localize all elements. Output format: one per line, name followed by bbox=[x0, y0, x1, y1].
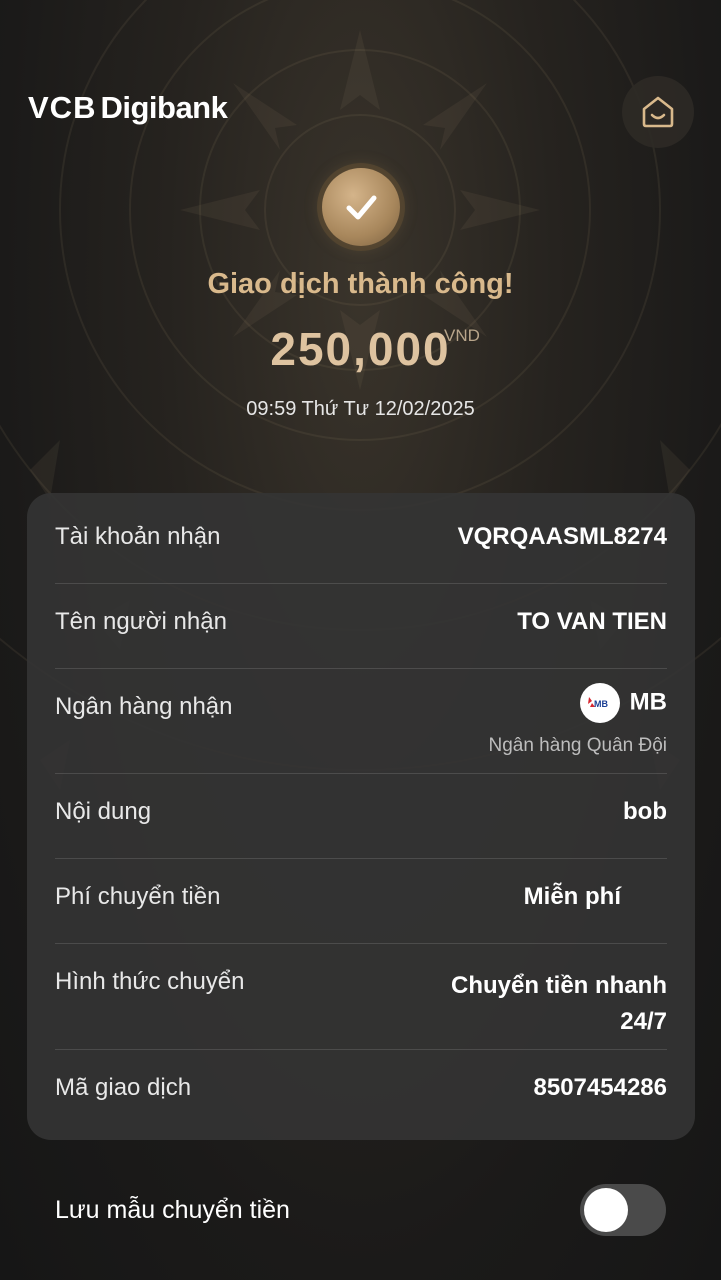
recipient-value: TO VAN TIEN bbox=[517, 608, 667, 635]
logo-vcb: VCB bbox=[28, 90, 97, 125]
transaction-amount: 250,000 bbox=[270, 323, 451, 375]
detail-row-bank: Ngân hàng nhận MB MB Ngân hàng Quân Đội bbox=[55, 669, 667, 774]
currency-label: VND bbox=[444, 326, 480, 345]
bank-full-name: Ngân hàng Quân Đội bbox=[488, 735, 667, 756]
method-value-line1: Chuyển tiền nhanh bbox=[451, 972, 667, 999]
account-label: Tài khoản nhận bbox=[55, 523, 221, 550]
method-label: Hình thức chuyển bbox=[55, 968, 245, 995]
transaction-details-card: Tài khoản nhận VQRQAASML8274 Tên người n… bbox=[27, 493, 695, 1140]
account-value: VQRQAASML8274 bbox=[457, 523, 667, 550]
amount-container: 250,000 bbox=[0, 322, 721, 376]
content-value: bob bbox=[623, 798, 667, 825]
save-template-label: Lưu mẫu chuyển tiền bbox=[55, 1196, 290, 1224]
transaction-status: Giao dịch thành công! bbox=[207, 268, 514, 300]
home-button[interactable] bbox=[622, 76, 694, 148]
content-label: Nội dung bbox=[55, 798, 152, 825]
success-badge bbox=[322, 168, 400, 246]
bank-value: MB MB bbox=[579, 683, 667, 723]
bank-code: MB bbox=[629, 688, 667, 716]
bank-label: Ngân hàng nhận bbox=[55, 693, 233, 720]
txid-value: 8507454286 bbox=[533, 1074, 667, 1101]
header: VCB Digibank bbox=[0, 0, 721, 150]
transaction-datetime: 09:59 Thứ Tư 12/02/2025 bbox=[246, 398, 475, 420]
detail-row-recipient: Tên người nhận TO VAN TIEN bbox=[55, 584, 667, 669]
txid-label: Mã giao dịch bbox=[55, 1074, 192, 1101]
detail-row-method: Hình thức chuyển Chuyển tiền nhanh 24/7 bbox=[55, 944, 667, 1050]
svg-text:MB: MB bbox=[594, 699, 608, 709]
detail-row-account: Tài khoản nhận VQRQAASML8274 bbox=[55, 493, 667, 584]
method-value-line2: 24/7 bbox=[620, 1008, 667, 1035]
method-value: Chuyển tiền nhanh 24/7 bbox=[451, 968, 667, 1040]
save-template-row: Lưu mẫu chuyển tiền bbox=[55, 1184, 667, 1236]
toggle-knob bbox=[584, 1188, 628, 1232]
fee-value: Miễn phí bbox=[523, 883, 621, 910]
fee-label: Phí chuyển tiền bbox=[55, 883, 221, 910]
home-smile-icon bbox=[642, 96, 674, 128]
app-logo: VCB Digibank bbox=[28, 90, 228, 126]
detail-row-fee: Phí chuyển tiền Miễn phí bbox=[55, 859, 667, 944]
detail-row-content: Nội dung bob bbox=[55, 774, 667, 859]
recipient-label: Tên người nhận bbox=[55, 608, 227, 635]
save-template-toggle[interactable] bbox=[580, 1184, 666, 1236]
detail-row-txid: Mã giao dịch 8507454286 bbox=[55, 1050, 667, 1140]
checkmark-icon bbox=[346, 195, 377, 220]
mb-bank-logo: MB bbox=[579, 683, 620, 723]
logo-digibank: Digibank bbox=[100, 90, 228, 125]
